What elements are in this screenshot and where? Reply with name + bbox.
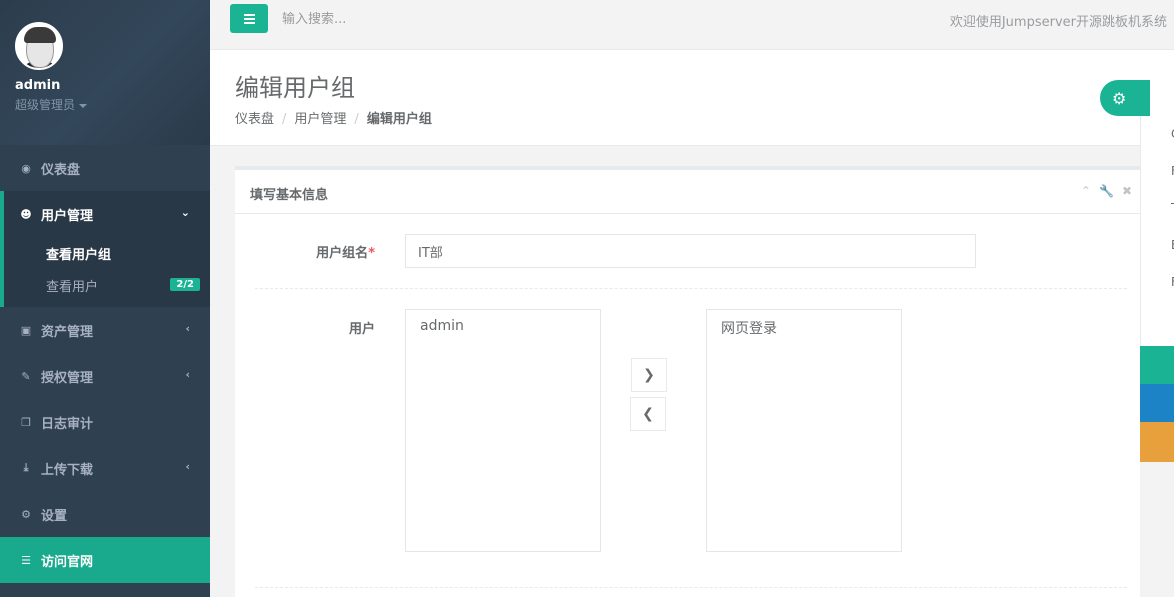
hamburger-icon-bar [243, 17, 255, 20]
hamburger-icon-bar [243, 13, 255, 16]
database-icon: ☰ [21, 553, 31, 567]
user-name: admin [15, 78, 61, 93]
group-name-input[interactable] [405, 234, 976, 268]
sidebar-item-label: 设置 [41, 508, 68, 524]
list-item[interactable]: admin [420, 318, 586, 334]
wrench-icon[interactable]: 🔧 [1099, 184, 1114, 198]
sidebar-subitem-label: 查看用户组 [46, 247, 112, 263]
chevron-left-icon: ❮ [642, 406, 654, 422]
caret-down-icon [79, 103, 88, 108]
panel-title: 填写基本信息 [250, 188, 329, 203]
divider [255, 288, 1127, 289]
sidebar-item-label: 资产管理 [41, 324, 94, 340]
sidebar-item-label: 日志审计 [41, 416, 94, 432]
available-users-list[interactable]: admin [405, 309, 601, 552]
panel-tools: ⌃ 🔧 ✖ [1081, 184, 1132, 198]
sidebar-item-dashboard[interactable]: ◉ 仪表盘 [0, 145, 210, 191]
chevron-up-icon[interactable]: ⌃ [1081, 184, 1091, 198]
panel-header: 填写基本信息 ⌃ 🔧 ✖ [235, 170, 1140, 214]
basic-info-panel: 填写基本信息 ⌃ 🔧 ✖ 用户组名* 用户 admin ❯ ❮ 网页登录 [235, 166, 1140, 597]
skin-blue-swatch[interactable] [1140, 384, 1174, 422]
download-icon: ⤓ [23, 461, 29, 474]
breadcrumb: 仪表盘 / 用户管理 / 编辑用户组 [235, 108, 432, 127]
group-name-label-text: 用户组名 [316, 246, 369, 261]
user-management-submenu: 查看用户组 查看用户 2/2 [0, 237, 210, 307]
sidebar-item-settings[interactable]: ⚙ 设置 [0, 491, 210, 537]
breadcrumb-dashboard[interactable]: 仪表盘 [235, 112, 274, 127]
sidebar-item-label: 用户管理 [41, 208, 94, 224]
sidebar-item-visit-website[interactable]: ☰ 访问官网 [0, 537, 210, 583]
menu-toggle-button[interactable] [230, 4, 268, 33]
user-profile: admin 超级管理员 [0, 0, 210, 145]
user-role: 超级管理员 [15, 98, 76, 112]
theme-settings-button[interactable]: ⚙ [1100, 80, 1150, 116]
dashboard-icon: ◉ [21, 161, 31, 175]
required-mark: * [368, 246, 375, 261]
welcome-message: 欢迎使用Jumpserver开源跳板机系统 [949, 15, 1167, 30]
cogs-icon: ⚙ [1112, 88, 1127, 108]
sidebar-item-user-management[interactable]: ☻ 用户管理 ⌄ [0, 191, 210, 237]
sidebar-item-label: 上传下载 [41, 462, 94, 478]
chevron-right-icon: ❯ [643, 367, 655, 383]
chevron-left-icon: ‹ [185, 322, 190, 335]
skin-orange-swatch[interactable] [1140, 422, 1174, 462]
settings-option[interactable]: C [1141, 116, 1174, 153]
page-heading: 编辑用户组 仪表盘 / 用户管理 / 编辑用户组 [210, 50, 1174, 146]
sidebar-item-label: 访问官网 [41, 554, 94, 570]
users-icon: ☻ [20, 207, 32, 221]
theme-settings-panel: C F T E F [1140, 116, 1174, 346]
avatar[interactable] [15, 22, 63, 70]
chevron-left-icon: ‹ [185, 460, 190, 473]
copy-icon: ❐ [21, 415, 31, 429]
cogs-icon: ⚙ [21, 507, 31, 521]
avatar-hair [24, 27, 56, 43]
sidebar-subitem-label: 查看用户 [46, 279, 99, 295]
page-title: 编辑用户组 [235, 74, 355, 102]
divider [255, 587, 1127, 588]
skin-green-swatch[interactable] [1140, 346, 1174, 384]
breadcrumb-user-management[interactable]: 用户管理 [294, 112, 346, 127]
move-right-button[interactable]: ❯ [631, 358, 667, 392]
sidebar-item-asset-management[interactable]: ▣ 资产管理 ‹ [0, 307, 210, 353]
user-role-dropdown[interactable]: 超级管理员 [15, 96, 195, 113]
sidebar-item-upload-download[interactable]: ⤓ 上传下载 ‹ [0, 445, 210, 491]
breadcrumb-current: 编辑用户组 [366, 112, 432, 127]
group-name-label: 用户组名* [255, 242, 375, 261]
breadcrumb-separator: / [354, 112, 359, 127]
chevron-down-icon: ⌄ [180, 206, 190, 219]
edit-icon: ✎ [21, 369, 31, 383]
move-left-button[interactable]: ❮ [630, 397, 666, 431]
settings-option[interactable]: E [1141, 227, 1174, 264]
search-input[interactable] [282, 6, 582, 32]
breadcrumb-separator: / [282, 112, 287, 127]
chevron-left-icon: ‹ [185, 368, 190, 381]
sidebar-subitem-view-groups[interactable]: 查看用户组 [4, 237, 210, 269]
sidebar-item-permission-management[interactable]: ✎ 授权管理 ‹ [0, 353, 210, 399]
sidebar-item-label: 授权管理 [41, 370, 94, 386]
top-navbar: 欢迎使用Jumpserver开源跳板机系统 [210, 0, 1174, 50]
sidebar: admin 超级管理员 ◉ 仪表盘 ☻ 用户管理 ⌄ 查看用户组 查看用户 2/… [0, 0, 210, 597]
user-count-badge: 2/2 [170, 278, 200, 291]
sidebar-item-label: 仪表盘 [41, 162, 81, 178]
settings-option[interactable]: F [1141, 153, 1174, 190]
sidebar-subitem-view-users[interactable]: 查看用户 2/2 [4, 269, 210, 301]
hamburger-icon-bar [243, 21, 255, 24]
settings-option[interactable]: F [1141, 264, 1174, 301]
sidebar-item-log-audit[interactable]: ❐ 日志审计 [0, 399, 210, 445]
selected-users-list[interactable]: 网页登录 [706, 309, 902, 552]
settings-option[interactable]: T [1141, 190, 1174, 227]
users-label: 用户 [348, 322, 375, 337]
list-item[interactable]: 网页登录 [721, 318, 887, 338]
hdd-icon: ▣ [20, 323, 32, 337]
close-icon[interactable]: ✖ [1122, 184, 1132, 198]
